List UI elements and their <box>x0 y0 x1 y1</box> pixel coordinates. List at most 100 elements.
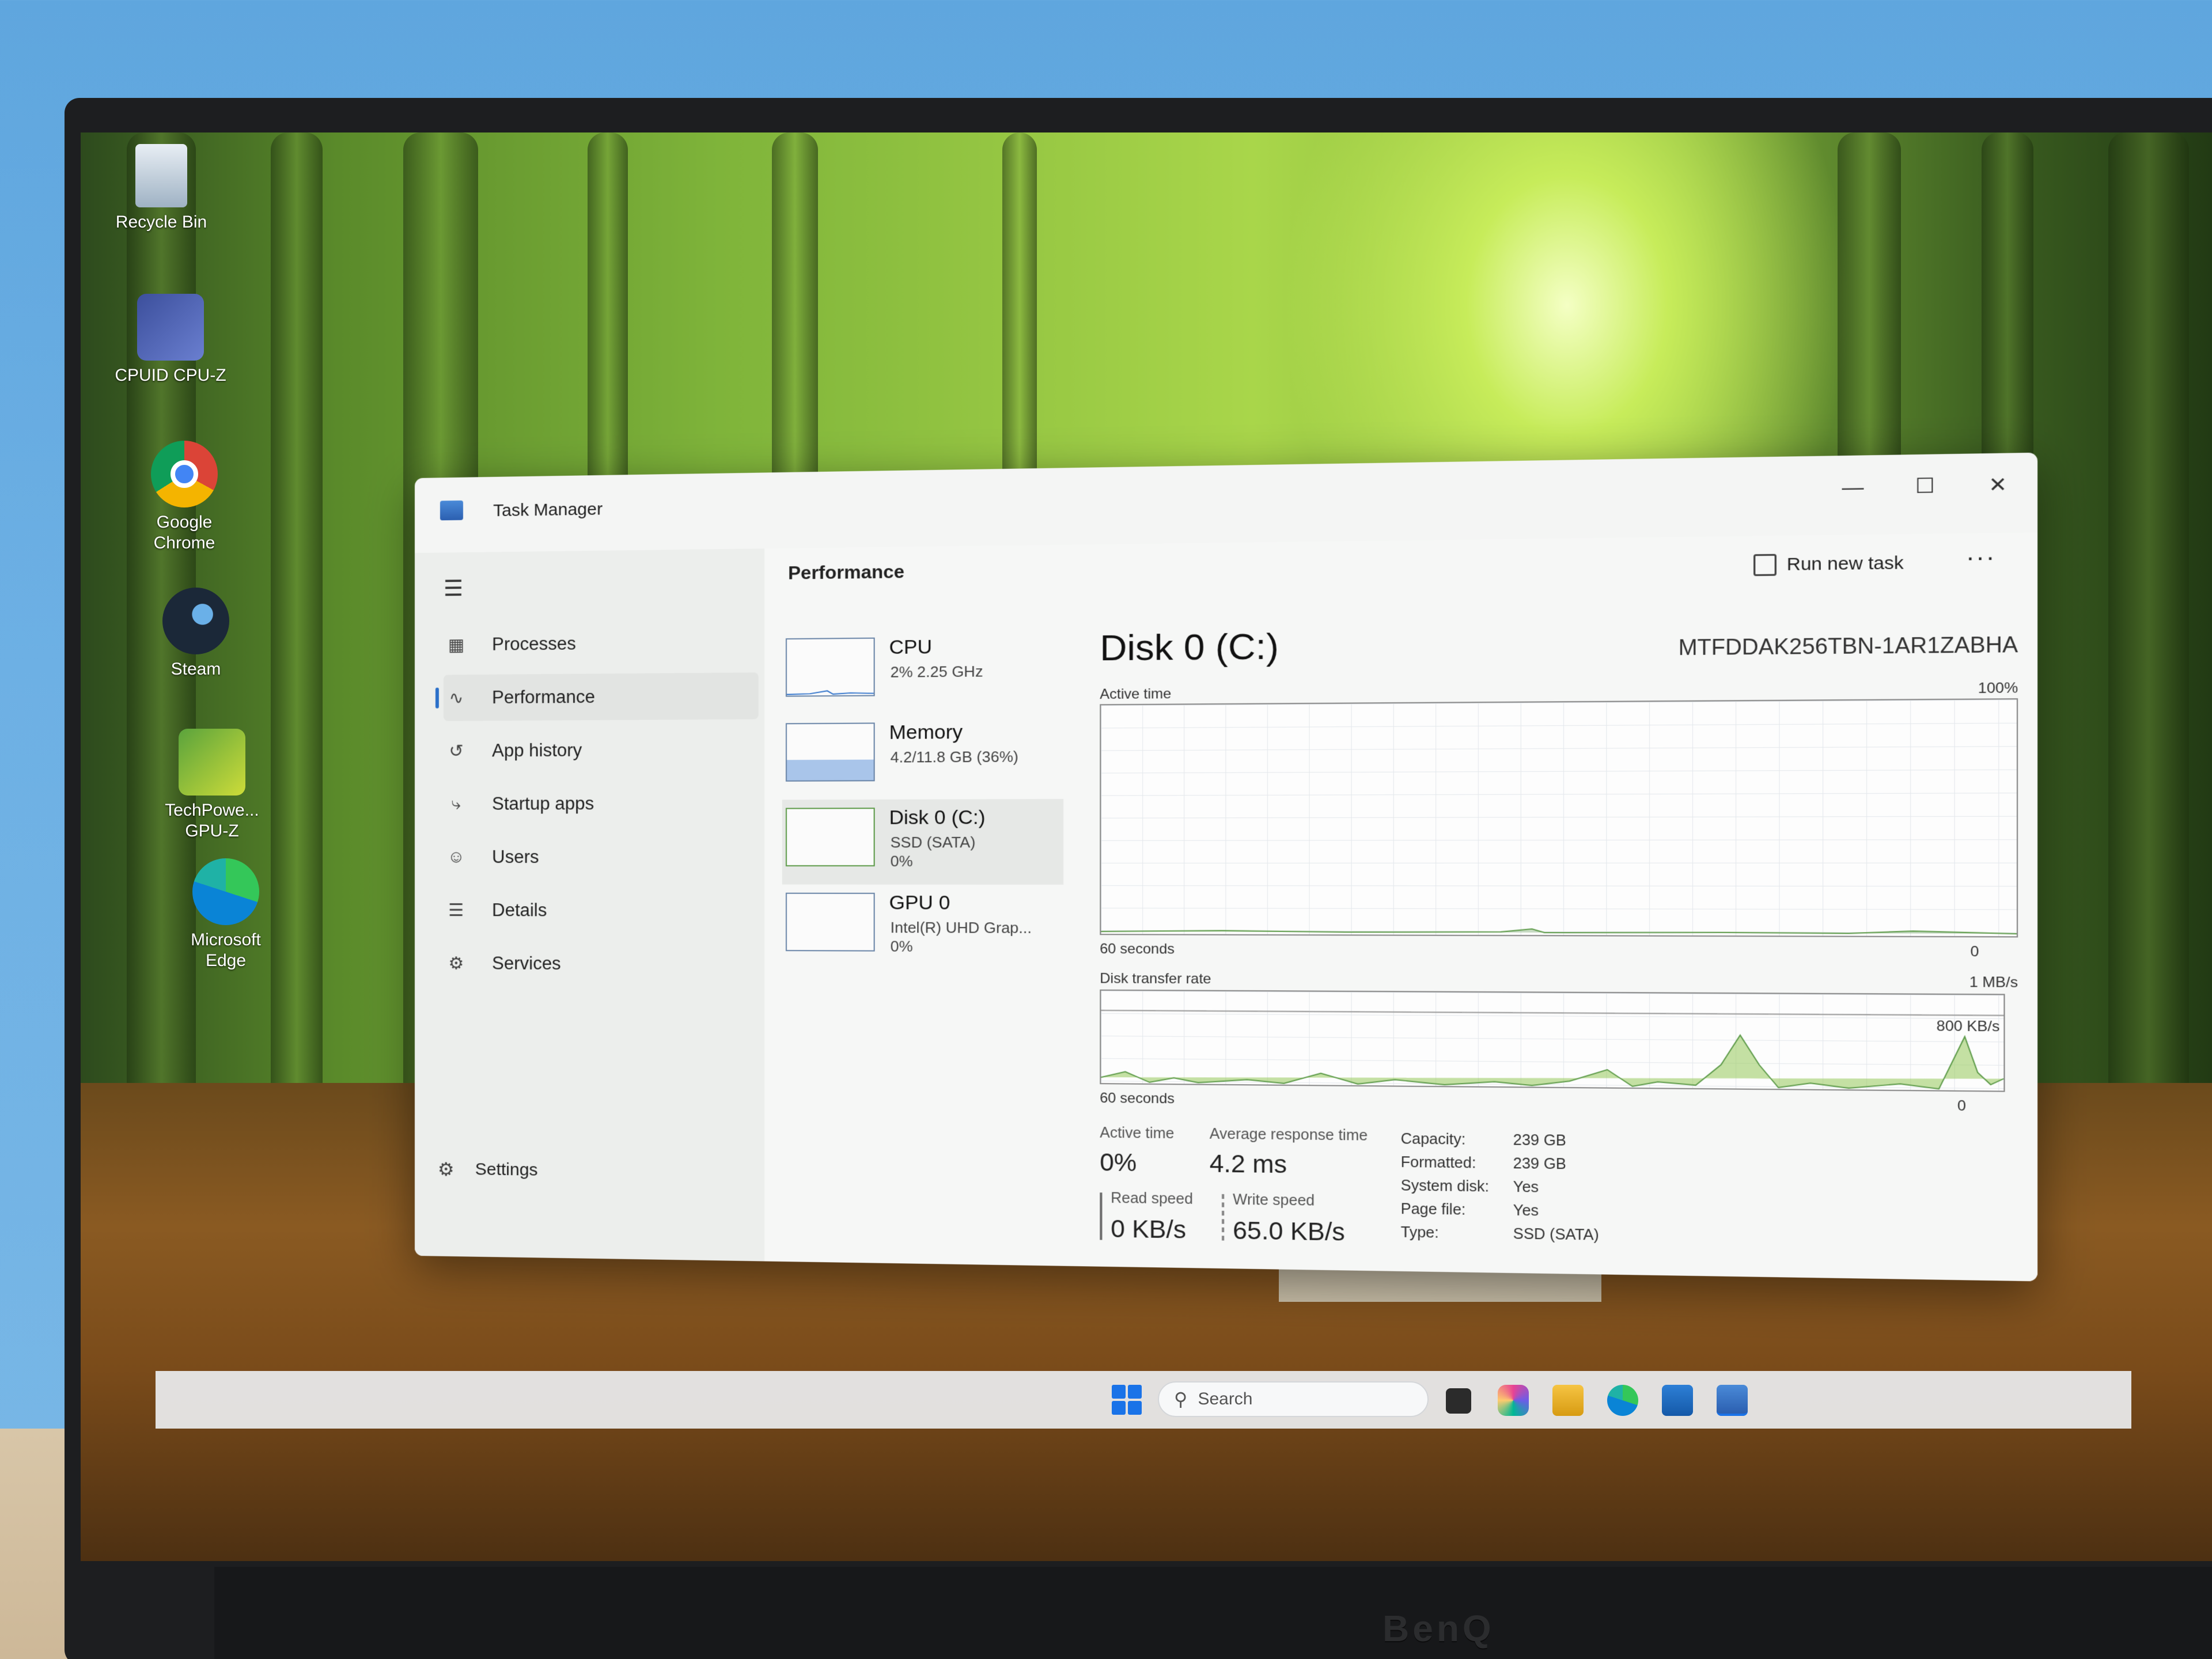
property-value: 239 GB <box>1513 1131 1567 1149</box>
device-sub2: 0% <box>890 937 913 956</box>
wallpaper-bamboo <box>271 132 323 1227</box>
desktop-icon-steam[interactable]: Steam <box>132 588 259 680</box>
desktop-icon-chrome[interactable]: Google Chrome <box>121 441 248 554</box>
close-button[interactable]: ✕ <box>1975 467 2021 504</box>
disk-title: Disk 0 (C:) <box>1100 626 1279 669</box>
sidebar-item-processes[interactable]: ▦ Processes <box>444 619 759 668</box>
run-task-icon <box>1753 554 1777 577</box>
chrome-icon <box>151 441 218 507</box>
graph1-min: 0 <box>1970 943 1979 960</box>
sidebar-item-label: Services <box>492 953 561 974</box>
details-icon: ☰ <box>448 900 464 920</box>
memory-fill <box>787 760 874 781</box>
desktop-icon-edge[interactable]: Microsoft Edge <box>162 858 289 971</box>
wallpaper-bamboo <box>2108 132 2189 1227</box>
property-row: Type: SSD (SATA) <box>1401 1224 1665 1251</box>
file-explorer-icon[interactable] <box>1552 1385 1584 1416</box>
avg-response-value: 4.2 ms <box>1209 1149 1287 1179</box>
window-title: Task Manager <box>493 499 603 521</box>
gpu-thumbnail-graph <box>785 892 875 952</box>
history-icon: ↺ <box>449 741 464 761</box>
page-title: Performance <box>788 560 905 584</box>
device-item-gpu[interactable]: GPU 0 Intel(R) UHD Grap... 0% <box>782 884 1063 970</box>
graph1-label: Active time <box>1100 685 1172 703</box>
device-item-cpu[interactable]: CPU 2% 2.25 GHz <box>782 627 1063 715</box>
maximize-button[interactable]: ☐ <box>1903 467 1948 505</box>
sidebar-item-label: Processes <box>492 633 576 654</box>
sidebar-item-services[interactable]: ⚙ Services <box>444 940 759 988</box>
services-icon: ⚙ <box>448 953 464 973</box>
device-sub1: Intel(R) UHD Grap... <box>890 918 1032 937</box>
performance-panel: Performance Run new task ··· CPU 2% 2.25… <box>764 532 2038 1282</box>
desktop-icon-label: Steam <box>171 660 221 679</box>
steam-icon <box>162 588 229 654</box>
users-icon: ☺ <box>447 847 465 866</box>
graph1-max: 100% <box>1978 680 2018 697</box>
desktop-icon-label: TechPowe... GPU-Z <box>165 801 259 840</box>
start-icon[interactable] <box>1112 1385 1142 1415</box>
disk-model: MTFDDAK256TBN-1AR1ZABHA <box>1678 632 2018 660</box>
hamburger-icon[interactable]: ☰ <box>444 575 463 601</box>
active-time-label: Active time <box>1100 1124 1175 1142</box>
run-new-task-label: Run new task <box>1786 553 1904 575</box>
copilot-icon[interactable] <box>1498 1385 1529 1416</box>
desktop-icon-label: Google Chrome <box>153 513 215 552</box>
graph2-time: 60 seconds <box>1100 1090 1175 1107</box>
sidebar-item-label: Performance <box>492 686 595 708</box>
property-key: System disk: <box>1400 1177 1490 1195</box>
transfer-rate-graph: 800 KB/s <box>1100 989 2005 1092</box>
desktop-icon-cpu-z[interactable]: CPUID CPU-Z <box>107 294 234 386</box>
minimize-button[interactable]: — <box>1830 468 1875 506</box>
sidebar-item-label: App history <box>492 740 582 761</box>
desktop-icon-gpu-z[interactable]: TechPowe... GPU-Z <box>149 729 275 842</box>
gpu-z-icon <box>179 729 245 796</box>
property-row: Formatted: 239 GB <box>1401 1154 1665 1180</box>
gear-icon: ⚙ <box>437 1158 454 1180</box>
property-row: Capacity: 239 GB <box>1401 1131 1665 1157</box>
edge-icon[interactable] <box>1607 1385 1638 1416</box>
device-item-memory[interactable]: Memory 4.2/11.8 GB (36%) <box>782 713 1063 800</box>
device-item-disk[interactable]: Disk 0 (C:) SSD (SATA) 0% <box>782 798 1064 885</box>
write-speed-label: Write speed <box>1233 1191 1315 1209</box>
sidebar-item-label: Details <box>492 900 547 921</box>
more-options-button[interactable]: ··· <box>1966 544 1996 571</box>
device-sub1: 2% 2.25 GHz <box>890 662 983 681</box>
device-sub1: SSD (SATA) <box>890 833 976 851</box>
device-name: CPU <box>889 635 933 659</box>
write-speed-value: 65.0 KB/s <box>1233 1216 1345 1246</box>
graph2-mid: 800 KB/s <box>1936 1018 2000 1035</box>
property-value: Yes <box>1513 1179 1539 1196</box>
task-view-icon[interactable] <box>1446 1388 1471 1414</box>
settings-button[interactable]: ⚙ Settings <box>438 1158 538 1181</box>
processes-icon: ▦ <box>448 635 465 655</box>
graph2-min: 0 <box>1957 1097 1966 1115</box>
taskbar-search[interactable]: ⚲ Search <box>1158 1381 1429 1417</box>
sidebar-item-users[interactable]: ☺ Users <box>444 834 759 880</box>
property-value: SSD (SATA) <box>1513 1225 1599 1244</box>
search-icon: ⚲ <box>1174 1389 1188 1410</box>
desktop-icon-label: Recycle Bin <box>115 213 207 232</box>
desktop-icon-recycle-bin[interactable]: Recycle Bin <box>98 144 225 233</box>
sidebar-item-startup-apps[interactable]: ⤷ Startup apps <box>444 780 759 827</box>
graph2-max: 1 MB/s <box>1969 974 2018 991</box>
edge-icon <box>192 858 259 925</box>
disk-thumbnail-graph <box>785 808 875 866</box>
read-speed-bar <box>1100 1192 1103 1240</box>
store-icon[interactable] <box>1662 1385 1693 1416</box>
sidebar-item-app-history[interactable]: ↺ App history <box>444 726 759 774</box>
sidebar-item-details[interactable]: ☰ Details <box>444 887 759 934</box>
run-new-task-button[interactable]: Run new task <box>1753 545 1904 583</box>
task-manager-icon[interactable] <box>1717 1385 1748 1416</box>
device-sub2: 0% <box>890 852 913 870</box>
active-time-value: 0% <box>1100 1148 1137 1177</box>
desktop-icon-label: Microsoft Edge <box>191 930 261 970</box>
read-speed-label: Read speed <box>1111 1190 1193 1208</box>
cpu-thumbnail-graph <box>785 637 875 697</box>
property-key: Formatted: <box>1400 1154 1476 1172</box>
sidebar-item-performance[interactable]: ∿ Performance <box>443 672 759 721</box>
startup-icon: ⤷ <box>451 794 461 813</box>
disk-detail: Disk 0 (C:) MTFDDAK256TBN-1AR1ZABHA Acti… <box>1100 619 2018 1246</box>
property-value: Yes <box>1513 1202 1539 1219</box>
graph2-label: Disk transfer rate <box>1100 970 1211 987</box>
performance-icon: ∿ <box>449 688 464 708</box>
